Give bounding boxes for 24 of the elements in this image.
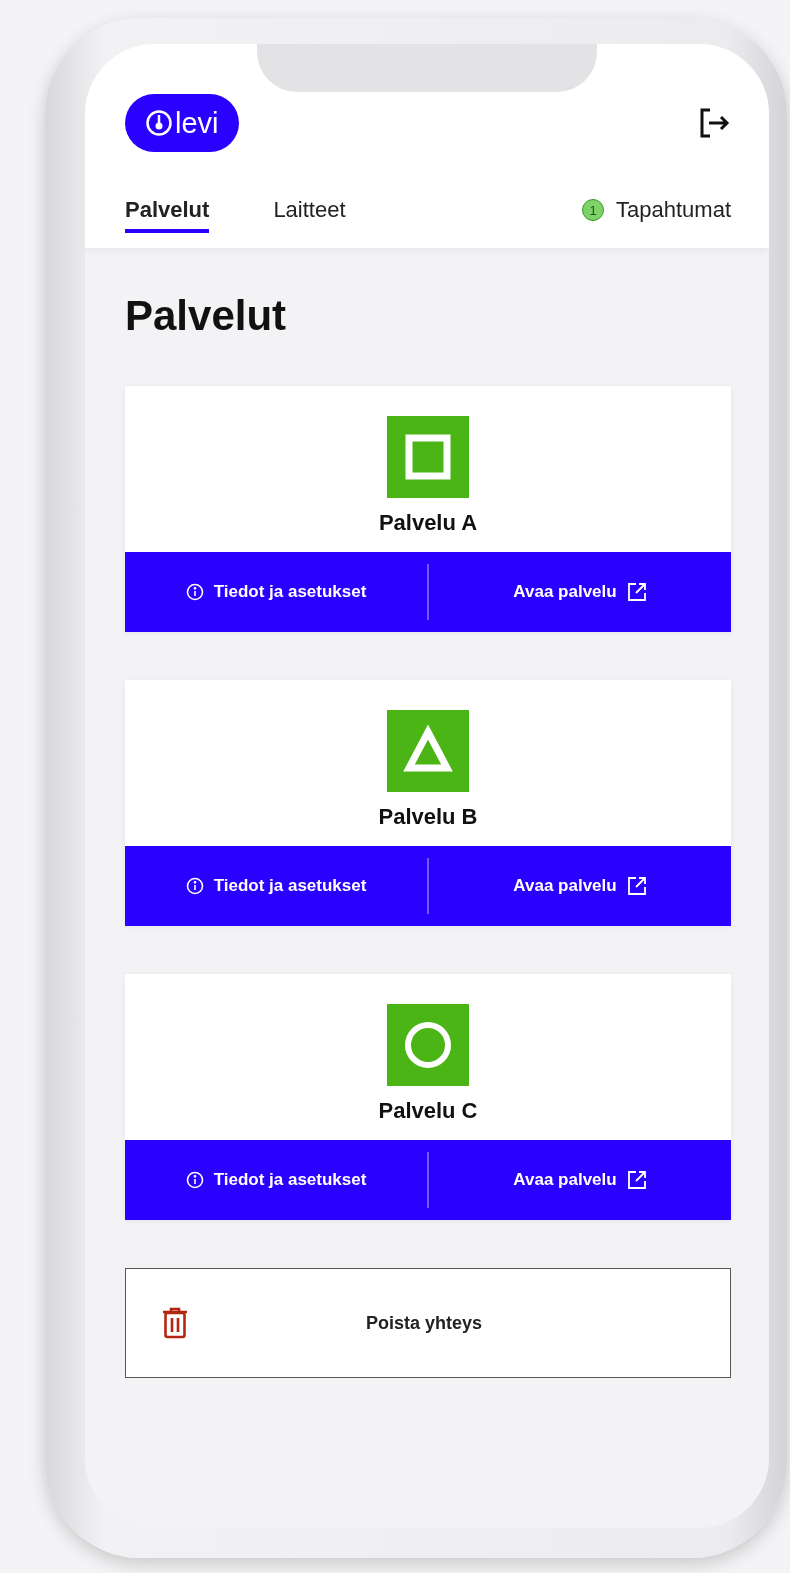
trash-icon (162, 1307, 188, 1339)
triangle-logo-icon (387, 710, 469, 792)
logo-text: levi (175, 106, 219, 140)
nav-tab[interactable]: Palvelut (125, 197, 210, 233)
external-link-icon (626, 1170, 647, 1190)
service-name: Palvelu A (378, 510, 478, 536)
circle-logo-icon (387, 1004, 469, 1086)
nav-tab[interactable]: Laitteet (273, 197, 346, 233)
delete-connection-button[interactable]: Poista yhteys (125, 1268, 731, 1378)
service-name: Palvelu C (378, 1098, 478, 1124)
delete-label: Poista yhteys (364, 1312, 484, 1334)
info-icon (185, 583, 204, 601)
info-icon (185, 1171, 204, 1189)
external-link-icon (626, 582, 647, 602)
gauge-icon (145, 109, 173, 137)
info-icon (185, 877, 204, 895)
app-logo[interactable]: levi (125, 94, 239, 152)
tab-label: Tapahtumat (616, 197, 731, 223)
external-link-icon (626, 876, 647, 896)
page-title: Palvelut (125, 292, 288, 340)
square-logo-icon (387, 416, 469, 498)
nav-tab[interactable]: 1 Tapahtumat (582, 197, 731, 233)
service-name: Palvelu B (378, 804, 478, 830)
count-badge: 1 (582, 199, 605, 221)
